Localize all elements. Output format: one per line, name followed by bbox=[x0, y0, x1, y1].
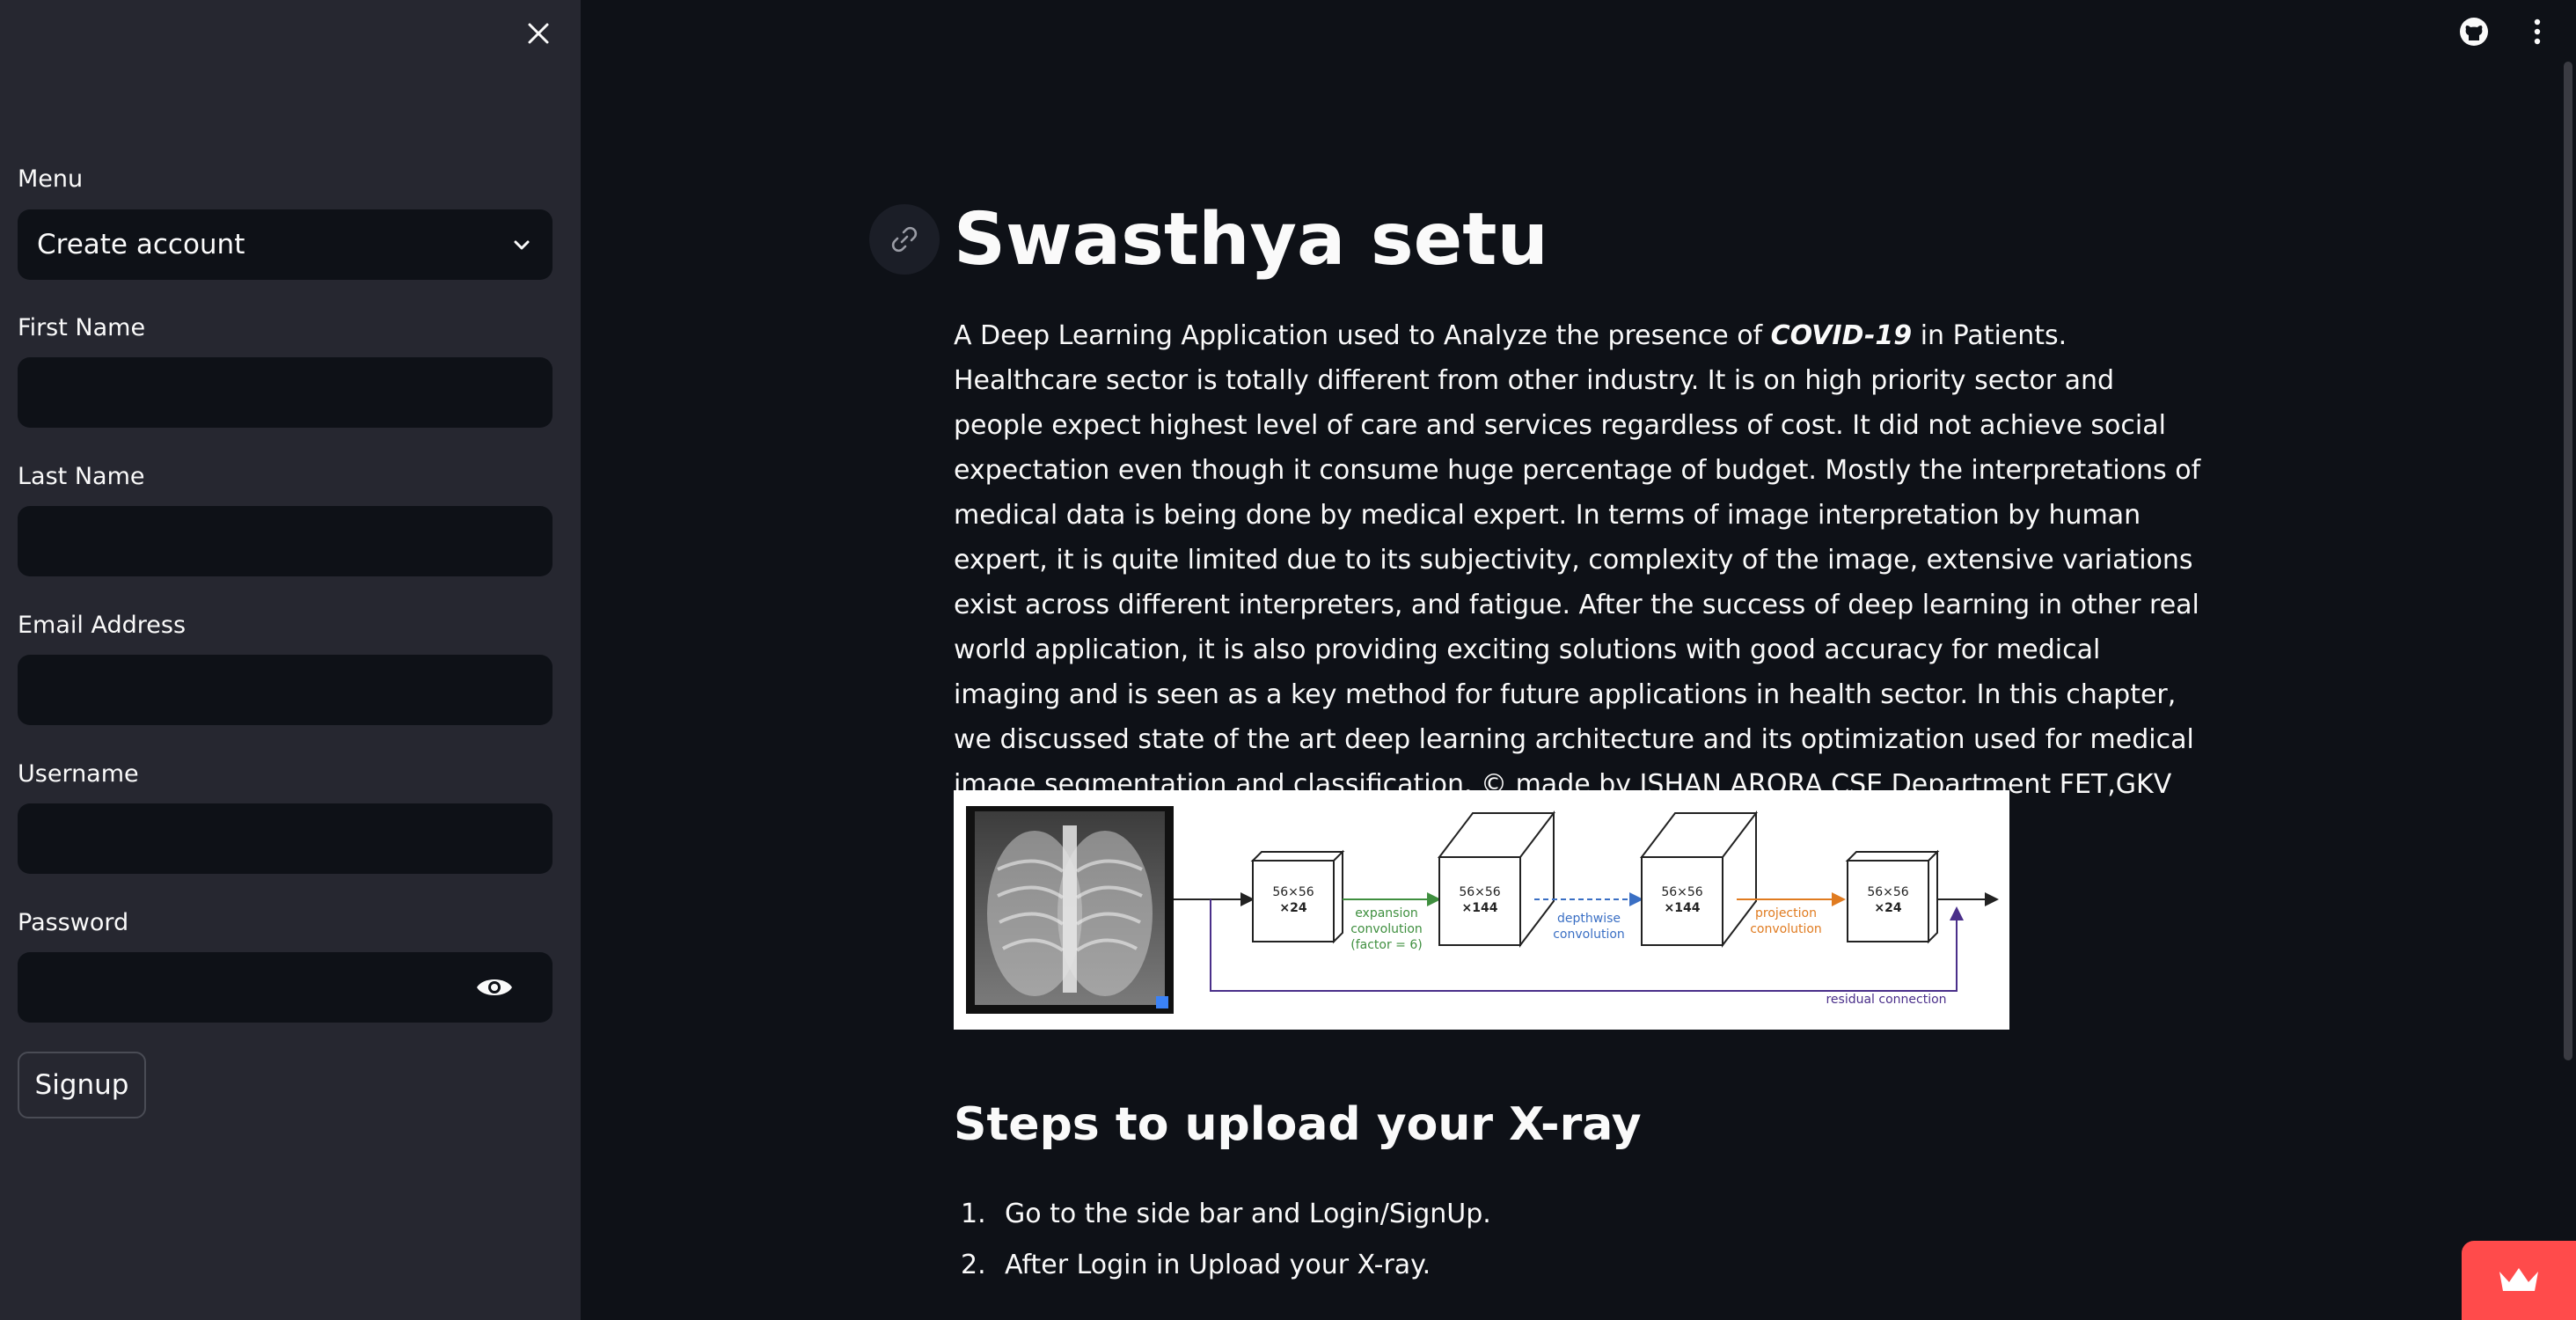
eye-icon bbox=[477, 979, 512, 995]
step-number: 1. bbox=[961, 1199, 986, 1229]
steps-heading: Steps to upload your X-ray bbox=[954, 1098, 1642, 1151]
chest-xray-image bbox=[966, 806, 1174, 1014]
crown-icon bbox=[2499, 1268, 2538, 1291]
projection-label-2: convolution bbox=[1750, 922, 1822, 936]
github-icon bbox=[2460, 18, 2488, 46]
last-name-input[interactable] bbox=[18, 506, 553, 576]
expansion-label-2: convolution bbox=[1350, 922, 1423, 936]
main-menu-button[interactable] bbox=[2520, 14, 2555, 49]
show-password-button[interactable] bbox=[472, 970, 517, 1005]
menu-label: Menu bbox=[18, 165, 84, 193]
step-text: Go to the side bar and Login/SignUp. bbox=[1005, 1199, 1491, 1229]
username-label: Username bbox=[18, 760, 139, 788]
architecture-figure: 56×56 ×24 expansion convolution (factor … bbox=[954, 790, 2009, 1030]
intro-paragraph: A Deep Learning Application used to Anal… bbox=[954, 313, 2203, 852]
first-name-input[interactable] bbox=[18, 357, 553, 428]
kebab-menu-icon bbox=[2534, 18, 2541, 45]
block-1-channels: ×24 bbox=[1279, 901, 1306, 915]
streamlit-badge-button[interactable] bbox=[2462, 1241, 2576, 1320]
projection-label-1: projection bbox=[1755, 906, 1817, 920]
scrollbar[interactable] bbox=[2564, 62, 2572, 1060]
block-4: 56×56 ×24 bbox=[1845, 849, 1940, 944]
block-2-dims: 56×56 bbox=[1459, 885, 1500, 899]
block-4-channels: ×24 bbox=[1874, 901, 1901, 915]
depthwise-label-1: depthwise bbox=[1557, 912, 1621, 926]
block-4-dims: 56×56 bbox=[1867, 885, 1908, 899]
block-2-channels: ×144 bbox=[1462, 901, 1498, 915]
first-name-label: First Name bbox=[18, 314, 146, 341]
step-text: After Login in Upload your X-ray. bbox=[1005, 1250, 1431, 1280]
depthwise-label-2: convolution bbox=[1553, 928, 1625, 942]
email-label: Email Address bbox=[18, 612, 187, 639]
password-label: Password bbox=[18, 909, 129, 936]
step-item-2: 2. After Login in Upload your X-ray. bbox=[961, 1250, 1431, 1280]
link-icon bbox=[891, 226, 918, 253]
sidebar: Menu Create account First Name Last Name… bbox=[0, 0, 581, 1320]
intro-text-start: A Deep Learning Application used to Anal… bbox=[954, 320, 1771, 351]
chevron-down-icon bbox=[510, 233, 533, 256]
block-1-dims: 56×56 bbox=[1272, 885, 1314, 899]
menu-select[interactable]: Create account bbox=[18, 209, 553, 280]
residual-label: residual connection bbox=[1826, 993, 1946, 1007]
step-item-1: 1. Go to the side bar and Login/SignUp. bbox=[961, 1199, 1491, 1229]
covid-emphasis: COVID-19 bbox=[1770, 320, 1913, 351]
expansion-label-3: (factor = 6) bbox=[1350, 938, 1422, 952]
block-3: 56×56 ×144 bbox=[1639, 810, 1759, 948]
last-name-label: Last Name bbox=[18, 463, 145, 490]
block-2: 56×56 ×144 bbox=[1437, 810, 1556, 948]
intro-text-end: in Patients. Healthcare sector is totall… bbox=[954, 320, 2201, 845]
title-anchor-link[interactable] bbox=[869, 204, 940, 275]
page-title: Swasthya setu bbox=[954, 198, 1548, 282]
close-sidebar-button[interactable] bbox=[523, 18, 554, 49]
step-number: 2. bbox=[961, 1250, 986, 1280]
email-input[interactable] bbox=[18, 655, 553, 725]
block-3-channels: ×144 bbox=[1665, 901, 1701, 915]
menu-selected-value: Create account bbox=[37, 229, 245, 260]
close-icon bbox=[528, 23, 549, 44]
username-input[interactable] bbox=[18, 803, 553, 874]
block-1: 56×56 ×24 bbox=[1250, 849, 1345, 944]
block-3-dims: 56×56 bbox=[1661, 885, 1702, 899]
signup-button[interactable]: Signup bbox=[18, 1052, 146, 1118]
github-button[interactable] bbox=[2456, 14, 2492, 49]
expansion-label-1: expansion bbox=[1355, 906, 1418, 920]
